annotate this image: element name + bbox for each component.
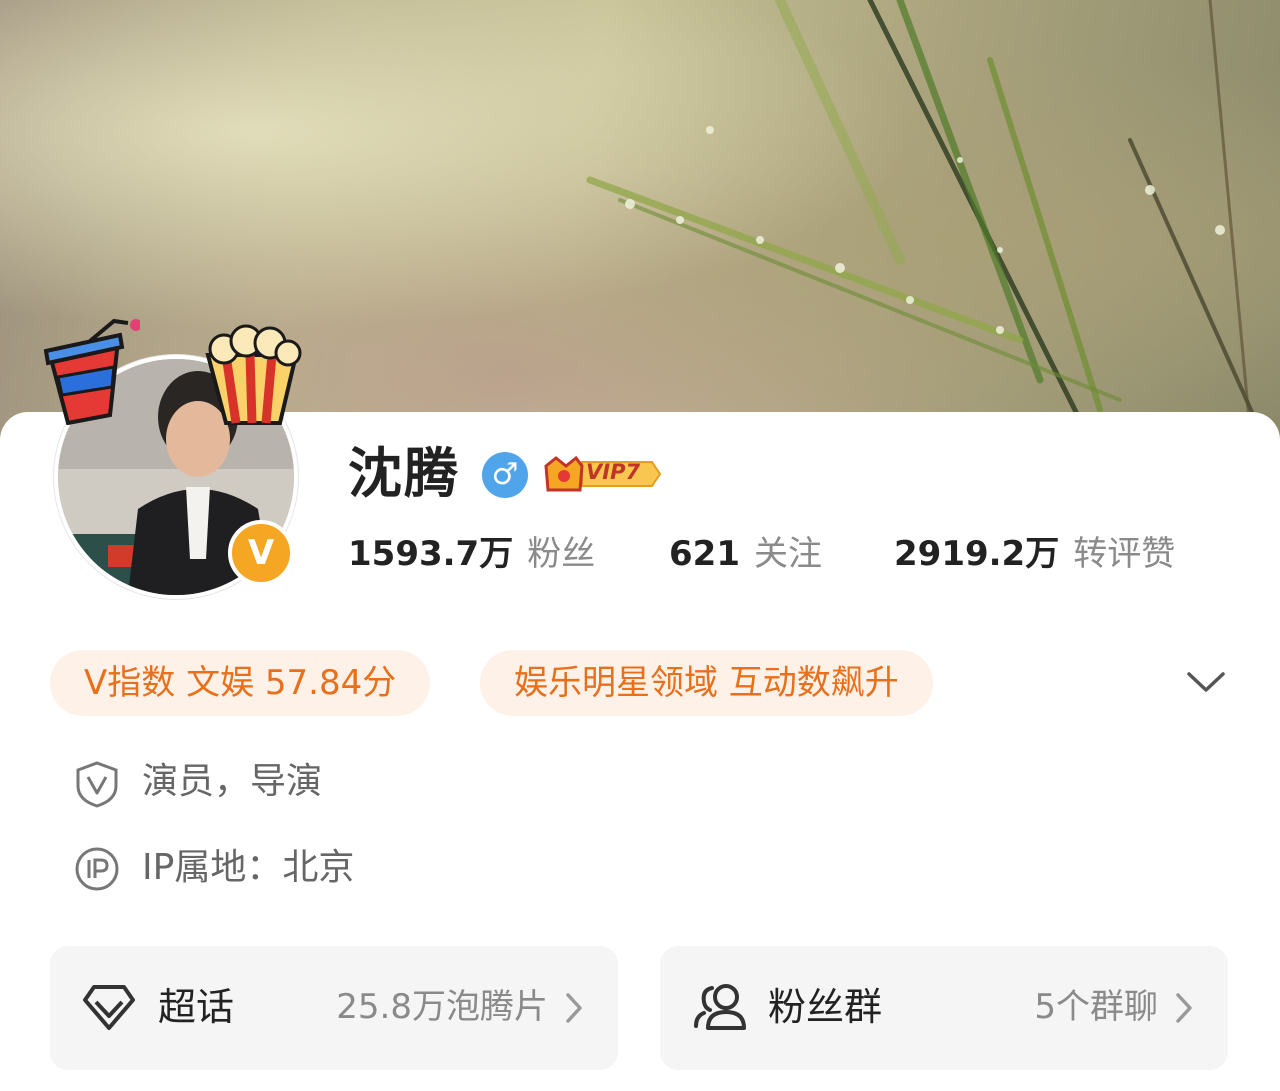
diamond-icon — [83, 985, 135, 1030]
fan-group-meta: 5个群聊 — [1034, 987, 1158, 1027]
v-index-tag[interactable]: V指数 文娱 57.84分 — [50, 650, 431, 716]
profile-name: 沈腾 — [348, 442, 460, 505]
stat-following[interactable]: 621 关注 — [669, 528, 822, 586]
vip-badge[interactable]: VIP7 — [542, 452, 662, 500]
popcorn-icon — [205, 324, 302, 425]
stat-value: 621 — [669, 534, 740, 574]
verified-badge: V — [228, 520, 294, 586]
shield-v-icon — [76, 761, 118, 808]
stat-label: 粉丝 — [527, 534, 596, 574]
chevron-right-icon — [566, 993, 582, 1023]
chevron-right-icon — [1176, 993, 1192, 1023]
occupation-text: 演员，导演 — [142, 761, 323, 802]
stat-value: 1593.7万 — [348, 534, 514, 574]
ip-location-text: IP属地：北京 — [142, 847, 355, 888]
stat-likes[interactable]: 2919.2万 转评赞 — [894, 528, 1175, 586]
soda-cup-icon — [43, 318, 140, 425]
fan-group-card[interactable]: 粉丝群 5个群聊 — [660, 946, 1228, 1070]
stat-followers[interactable]: 1593.7万 粉丝 — [348, 528, 595, 586]
stat-label: 关注 — [753, 534, 822, 574]
super-topic-title: 超话 — [158, 985, 235, 1029]
ip-circle-icon — [75, 847, 119, 891]
avatar-container[interactable]: V — [40, 315, 310, 605]
chevron-down-icon[interactable] — [1186, 668, 1226, 698]
stat-value: 2919.2万 — [894, 534, 1060, 574]
vip-label: VIP7 — [586, 460, 641, 484]
stat-label: 转评赞 — [1073, 534, 1176, 574]
domain-tag[interactable]: 娱乐明星领域 互动数飙升 — [480, 650, 933, 716]
super-topic-meta: 25.8万泡腾片 — [336, 987, 548, 1027]
fan-group-title: 粉丝群 — [768, 985, 883, 1029]
people-icon — [694, 984, 746, 1030]
super-topic-card[interactable]: 超话 25.8万泡腾片 — [50, 946, 618, 1070]
male-icon: ♂ — [482, 452, 528, 498]
